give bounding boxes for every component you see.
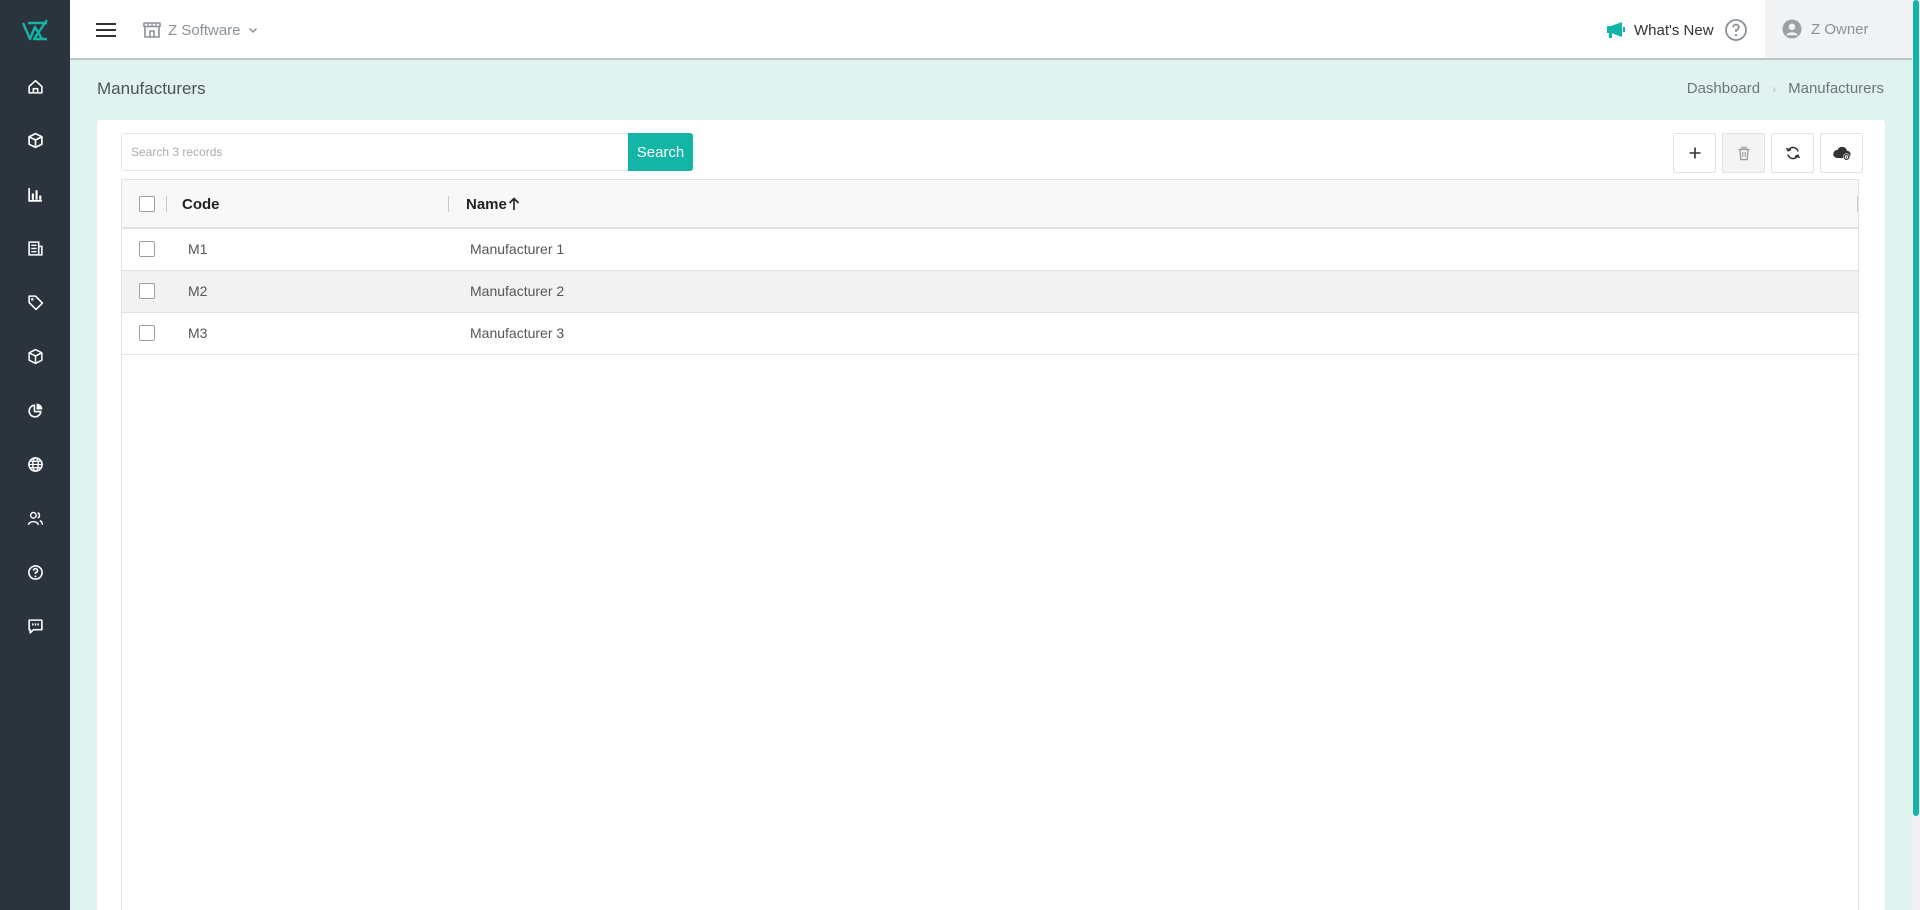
app-logo[interactable] [0,0,70,60]
feedback-icon [27,618,43,634]
trash-icon [1738,146,1749,160]
table-row[interactable]: M1 Manufacturer 1 [122,229,1858,271]
manufacturers-table: Code Name M1 Manufacturer 1 M2 Manufactu… [121,179,1859,910]
row-checkbox[interactable] [139,283,155,299]
column-header-name[interactable]: Name [466,196,507,213]
help-icon [27,564,43,580]
sidebar-item-home[interactable] [0,66,70,106]
column-resize-handle[interactable] [448,196,449,212]
sidebar-item-products[interactable] [0,120,70,160]
logo-icon [21,19,48,41]
cloud-settings-icon [1832,146,1851,161]
plus-icon [1689,147,1700,159]
chevron-down-icon [248,27,257,34]
breadcrumb-dashboard-link[interactable]: Dashboard [1687,80,1760,97]
home-icon [27,79,43,94]
select-all-checkbox[interactable] [139,196,155,212]
sidebar-item-analytics[interactable] [0,174,70,214]
cell-name: Manufacturer 2 [470,283,565,299]
sidebar-item-inventory[interactable] [0,336,70,376]
company-name: Z Software [168,21,241,39]
cell-code: M2 [188,283,208,299]
top-header: Z Software What's New Z Owner [70,0,1912,60]
store-icon [143,22,161,38]
column-resize-handle[interactable] [166,196,167,212]
sidebar-item-help[interactable] [0,552,70,592]
sidebar-item-feedback[interactable] [0,606,70,646]
help-button[interactable] [1724,18,1748,42]
megaphone-icon [1607,22,1625,38]
column-resize-handle[interactable] [1857,196,1858,212]
table-row[interactable]: M3 Manufacturer 3 [122,313,1858,355]
whats-new-label: What's New [1634,21,1714,39]
row-checkbox[interactable] [139,325,155,341]
cell-name: Manufacturer 1 [470,241,565,257]
sidebar-item-global[interactable] [0,444,70,484]
search-button[interactable]: Search [628,133,693,171]
breadcrumb-current: Manufacturers [1788,80,1884,97]
column-header-code[interactable]: Code [182,196,220,213]
table-header: Code Name [122,180,1858,229]
bar-chart-icon [27,187,42,202]
globe-icon [27,456,43,472]
sidebar-item-users[interactable] [0,498,70,538]
sort-ascending-icon[interactable] [507,196,521,212]
page-title: Manufacturers [97,79,206,98]
sidebar [0,0,70,910]
breadcrumb: Dashboard › Manufacturers [1687,80,1884,97]
manufacturers-card: Search Code Name M1 Manufacturer 1 M2 Ma [97,120,1885,910]
cell-name: Manufacturer 3 [470,325,565,341]
sidebar-item-tags[interactable] [0,282,70,322]
company-selector[interactable]: Z Software [142,18,265,42]
user-avatar-icon [1782,19,1802,39]
add-button[interactable] [1673,133,1716,173]
question-circle-icon [1725,19,1747,41]
refresh-button[interactable] [1771,133,1814,173]
scrollbar-thumb[interactable] [1913,0,1919,816]
row-checkbox[interactable] [139,241,155,257]
sidebar-item-statistics[interactable] [0,390,70,430]
box-icon [27,132,43,148]
pie-chart-icon [27,403,42,418]
whats-new-button[interactable]: What's New [1606,18,1714,42]
cloud-settings-button[interactable] [1820,133,1863,173]
package-icon [27,348,43,364]
users-icon [27,511,43,525]
user-menu[interactable]: Z Owner [1765,0,1912,58]
delete-button[interactable] [1722,133,1765,173]
cell-code: M1 [188,241,208,257]
search-input[interactable] [121,133,628,171]
breadcrumb-separator-icon: › [1772,81,1777,96]
refresh-icon [1785,146,1800,160]
report-icon [27,240,43,256]
sidebar-item-reports[interactable] [0,228,70,268]
page-scrollbar[interactable] [1912,0,1920,910]
menu-toggle-button[interactable] [96,20,116,40]
cell-code: M3 [188,325,208,341]
table-row[interactable]: M2 Manufacturer 2 [122,271,1858,313]
tag-icon [27,294,43,310]
user-name: Z Owner [1811,20,1869,38]
